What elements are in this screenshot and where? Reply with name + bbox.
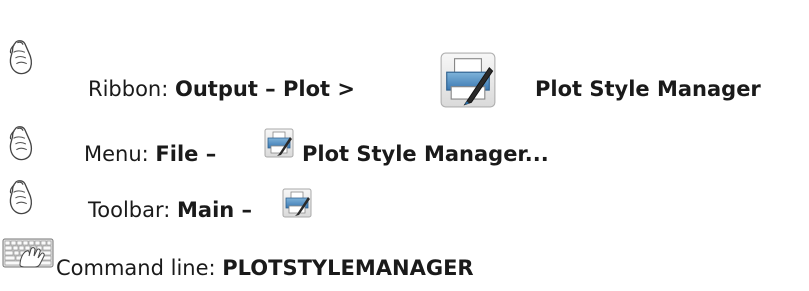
- method-label: Ribbon:: [88, 77, 175, 101]
- instruction-menu: Menu: File – Plot Style Manager...: [0, 120, 809, 180]
- ribbon-instruction-text: Ribbon: Output – Plot >: [88, 79, 355, 100]
- instruction-toolbar: Toolbar: Main –: [0, 180, 809, 230]
- instruction-ribbon: Ribbon: Output – Plot > Plot Style Manag…: [0, 0, 809, 120]
- plot-style-manager-large-icon: [440, 52, 496, 108]
- plot-style-manager-small-icon: [282, 188, 312, 218]
- method-label: Command line:: [56, 256, 223, 280]
- command-name: PLOTSTYLEMANAGER: [222, 256, 474, 280]
- command-path: Main –: [177, 198, 253, 222]
- ribbon-command-name: Plot Style Manager: [535, 77, 761, 101]
- command-path: File –: [155, 142, 217, 166]
- toolbar-instruction-text: Toolbar: Main –: [88, 200, 252, 221]
- menu-instruction-text: Menu: File –: [84, 144, 216, 165]
- hand-mouse-icon: [4, 178, 42, 218]
- command-line-instruction-text: Command line: PLOTSTYLEMANAGER: [56, 258, 474, 279]
- method-label: Menu:: [84, 142, 156, 166]
- menu-command-name: Plot Style Manager...: [302, 142, 549, 166]
- method-label: Toolbar:: [88, 198, 178, 222]
- plot-style-manager-small-icon: [264, 128, 294, 158]
- hand-keyboard-icon: [2, 238, 54, 268]
- instruction-command-line: Command line: PLOTSTYLEMANAGER: [0, 230, 809, 291]
- command-path: Output – Plot >: [175, 77, 355, 101]
- hand-mouse-icon: [4, 38, 42, 78]
- hand-mouse-icon: [4, 124, 42, 164]
